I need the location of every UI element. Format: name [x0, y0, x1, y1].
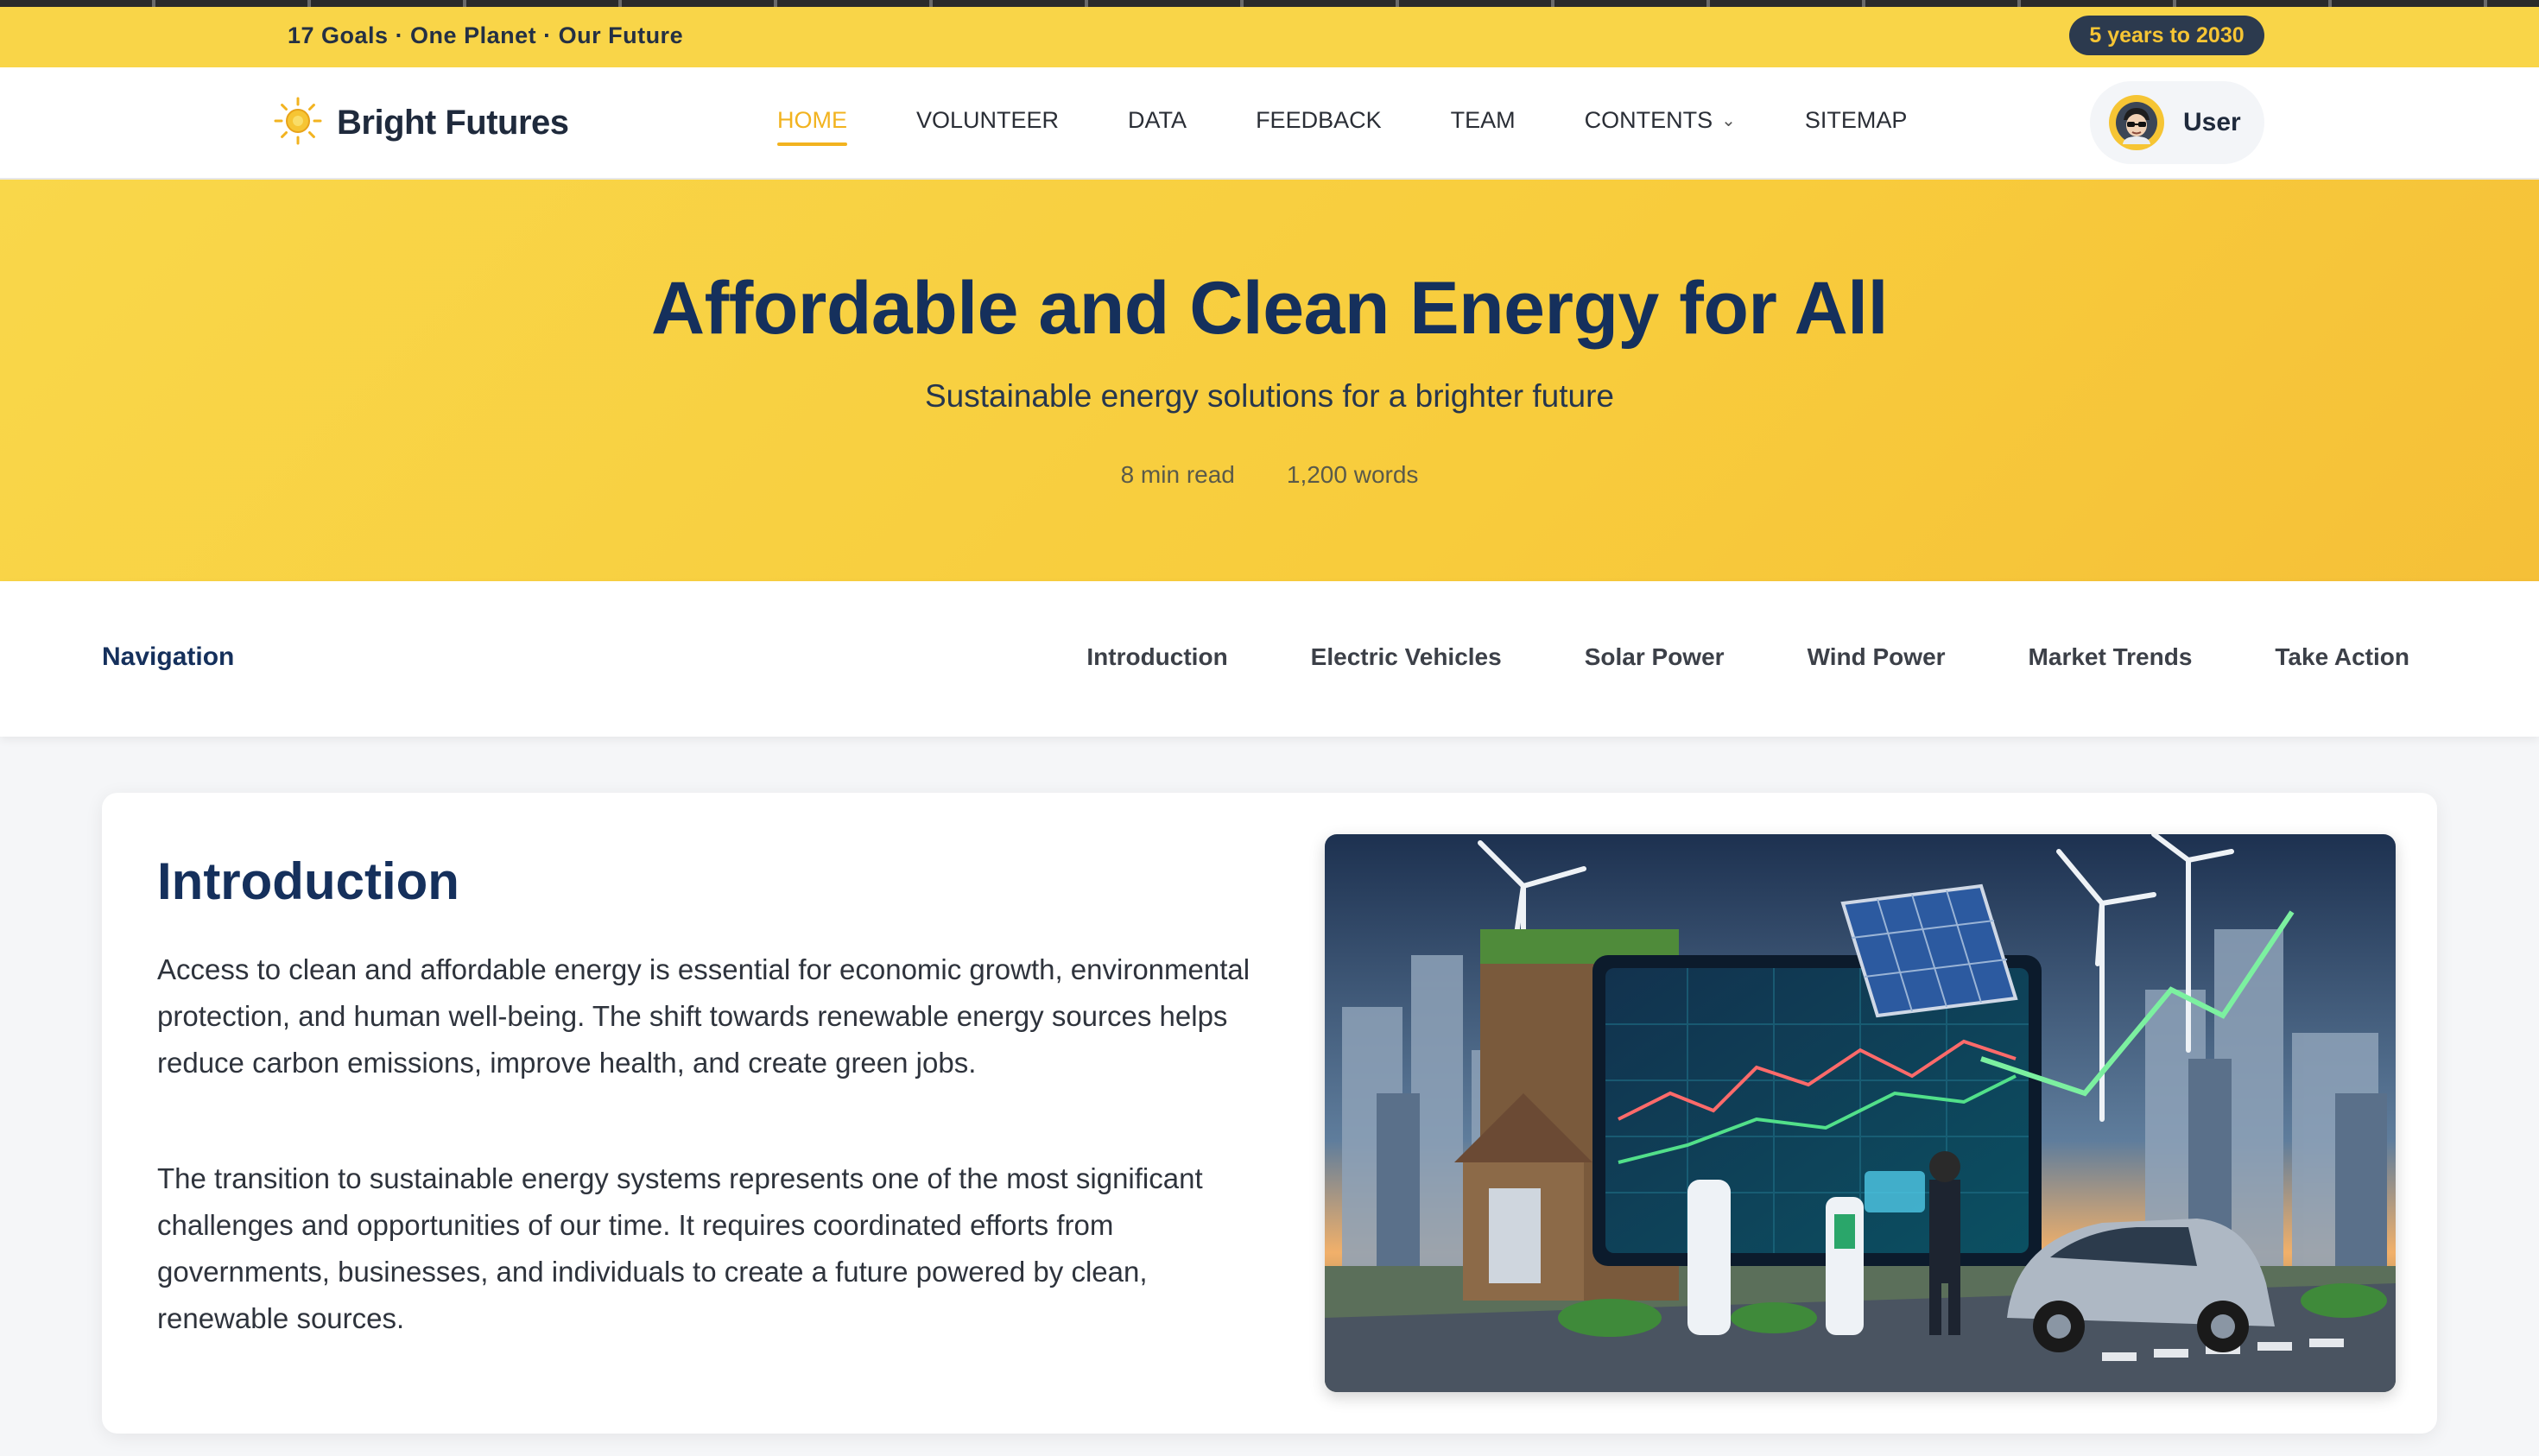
brand-name: Bright Futures: [337, 103, 569, 142]
nav-home[interactable]: HOME: [777, 107, 847, 146]
hero-banner: Affordable and Clean Energy for All Sust…: [0, 180, 2539, 581]
intro-paragraph: Access to clean and affordable energy is…: [157, 953, 1251, 1079]
chevron-down-icon: ⌄: [1721, 111, 1736, 130]
brand-logo-link[interactable]: Bright Futures: [273, 97, 569, 149]
section-heading: Introduction: [157, 852, 459, 910]
user-menu-button[interactable]: User: [2090, 81, 2264, 164]
main-navbar: Bright Futures HOME VOLUNTEER DATA FEEDB…: [0, 67, 2539, 180]
introduction-card: Introduction Access to clean and afforda…: [102, 793, 2437, 1434]
page-title: Affordable and Clean Energy for All: [651, 267, 1888, 350]
nav-contents[interactable]: CONTENTS ⌄: [1585, 107, 1736, 146]
section-nav-title: Navigation: [102, 643, 235, 671]
user-label: User: [2183, 108, 2241, 136]
read-time: 8 min read: [1120, 461, 1235, 488]
primary-menu: HOME VOLUNTEER DATA FEEDBACK TEAM CONTEN…: [777, 107, 1976, 146]
nav-volunteer[interactable]: VOLUNTEER: [916, 107, 1059, 146]
countdown-badge: 5 years to 2030: [2069, 16, 2264, 55]
nav-sitemap[interactable]: SITEMAP: [1805, 107, 1908, 146]
announcement-bar: 17 Goals · One Planet · Our Future 5 yea…: [0, 7, 2539, 67]
nav-feedback[interactable]: FEEDBACK: [1256, 107, 1382, 146]
avatar: [2109, 95, 2164, 150]
nav-contents-label: CONTENTS: [1584, 107, 1713, 133]
page-subtitle: Sustainable energy solutions for a brigh…: [924, 378, 1615, 414]
sun-icon: [273, 96, 323, 150]
nav-team[interactable]: TEAM: [1451, 107, 1516, 146]
nav-data[interactable]: DATA: [1128, 107, 1187, 146]
section-link-market-trends[interactable]: Market Trends: [2029, 643, 2193, 671]
top-edge-bar: [0, 0, 2539, 7]
section-nav-links: Introduction Electric Vehicles Solar Pow…: [1004, 643, 2409, 671]
intro-paragraph: The transition to sustainable energy sys…: [157, 1162, 1203, 1334]
article-meta: 8 min read 1,200 words: [0, 461, 2539, 489]
slogan-text: 17 Goals · One Planet · Our Future: [288, 22, 684, 48]
word-count: 1,200 words: [1286, 461, 1419, 488]
section-link-take-action[interactable]: Take Action: [2275, 643, 2409, 671]
section-link-introduction[interactable]: Introduction: [1086, 643, 1227, 671]
clean-energy-illustration: [1325, 834, 2396, 1392]
section-link-wind-power[interactable]: Wind Power: [1808, 643, 1946, 671]
section-link-electric-vehicles[interactable]: Electric Vehicles: [1311, 643, 1502, 671]
section-navigation: Navigation Introduction Electric Vehicle…: [0, 581, 2539, 737]
section-link-solar-power[interactable]: Solar Power: [1585, 643, 1725, 671]
